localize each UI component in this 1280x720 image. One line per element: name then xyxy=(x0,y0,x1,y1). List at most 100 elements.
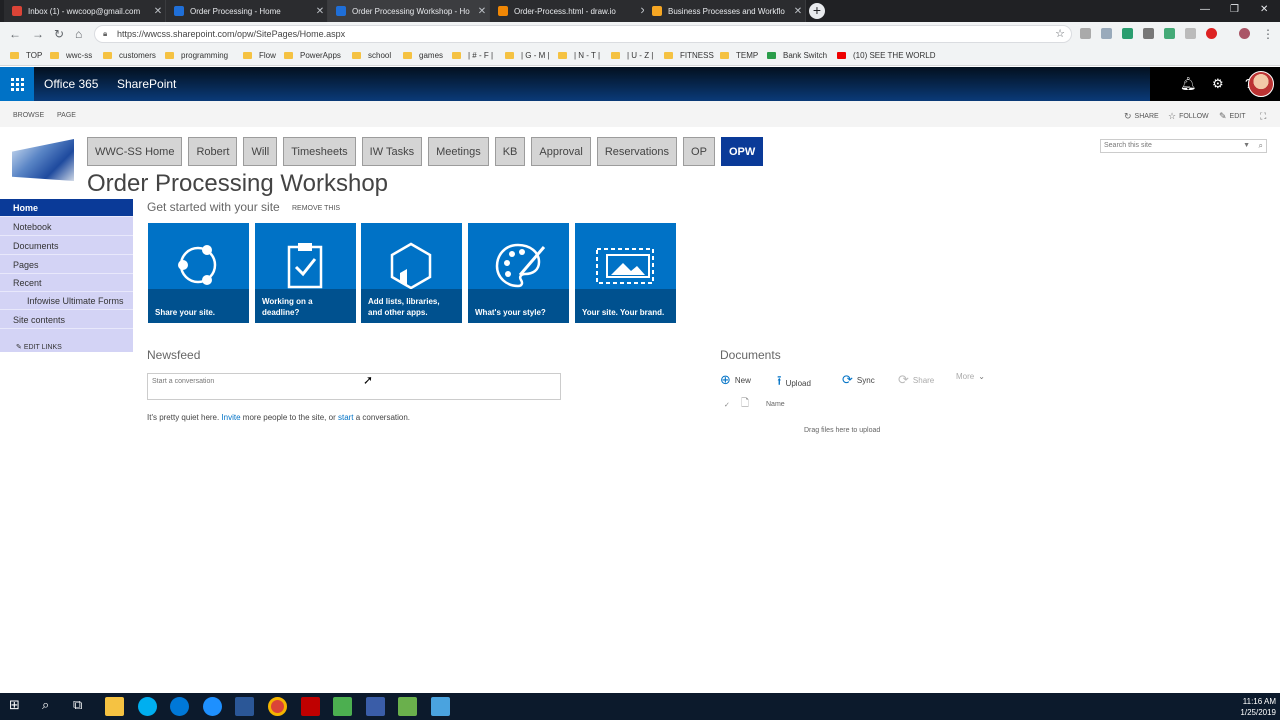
new-document-button[interactable]: ⊕ New xyxy=(720,372,751,388)
browser-tab-business[interactable]: Business Processes and Workflo ✕ xyxy=(644,0,806,22)
close-window-icon[interactable]: ✕ xyxy=(1260,4,1268,15)
notifications-bell-icon[interactable]: 🔔︎ xyxy=(1180,76,1197,92)
browser-tab-order-processing[interactable]: Order Processing - Home ✕ xyxy=(166,0,328,22)
taskbar-clock[interactable]: 11:16 AM 1/25/2019 xyxy=(1240,696,1276,718)
topnav-reservations[interactable]: Reservations xyxy=(596,137,678,166)
home-icon[interactable]: ⌂ xyxy=(75,27,82,41)
topnav-approval[interactable]: Approval xyxy=(531,137,591,166)
app-launcher-icon[interactable] xyxy=(0,67,34,101)
profile-icon[interactable] xyxy=(1239,28,1250,39)
leftnav-notebook[interactable]: Notebook xyxy=(0,218,133,236)
skype-business-icon[interactable] xyxy=(170,697,189,716)
settings-gear-icon[interactable]: ⚙ xyxy=(1212,76,1224,92)
extension-icon[interactable] xyxy=(1164,28,1175,39)
bookmark[interactable]: | U - Z | xyxy=(611,51,653,60)
app-icon[interactable] xyxy=(235,697,254,716)
bookmark[interactable]: Bank Switch xyxy=(767,51,827,60)
leftnav-recent[interactable]: Recent xyxy=(0,274,133,292)
sharepoint-link[interactable]: SharePoint xyxy=(117,77,176,91)
topnav-kb[interactable]: KB xyxy=(494,137,526,166)
avatar[interactable] xyxy=(1248,71,1274,97)
remove-this-link[interactable]: REMOVE THIS xyxy=(292,205,340,212)
edit-button[interactable]: ✎ EDIT xyxy=(1219,111,1246,122)
bookmark[interactable]: | # - F | xyxy=(452,51,493,60)
tile-share-site[interactable]: Share your site. xyxy=(148,223,249,323)
leftnav-documents[interactable]: Documents xyxy=(0,237,133,255)
tile-deadline[interactable]: Working on a deadline? xyxy=(255,223,356,323)
chevron-down-icon[interactable]: ▼ xyxy=(1243,140,1250,152)
share-button[interactable]: ↻ SHARE xyxy=(1124,111,1159,122)
close-tab-icon[interactable]: ✕ xyxy=(475,6,489,17)
bookmark[interactable]: TEMP xyxy=(720,51,758,60)
bookmark[interactable]: games xyxy=(403,51,443,60)
topnav-wwc-ss-home[interactable]: WWC-SS Home xyxy=(87,137,183,166)
tile-style[interactable]: What's your style? xyxy=(468,223,569,323)
restore-icon[interactable]: ❐ xyxy=(1230,4,1239,15)
column-name[interactable]: Name xyxy=(766,401,785,408)
topnav-op[interactable]: OP xyxy=(683,137,715,166)
forward-icon[interactable]: → xyxy=(32,27,44,41)
notepad-icon[interactable] xyxy=(398,697,417,716)
follow-button[interactable]: ☆ FOLLOW xyxy=(1168,111,1209,122)
filezilla-icon[interactable] xyxy=(301,697,320,716)
bookmark[interactable]: TOP xyxy=(10,51,42,60)
search-input[interactable]: Search this site ▼ ⌕ xyxy=(1100,139,1267,153)
topnav-will[interactable]: Will xyxy=(243,137,278,166)
edge-icon[interactable] xyxy=(203,697,222,716)
search-icon[interactable]: ⌕ xyxy=(42,697,49,713)
bookmark[interactable]: school xyxy=(352,51,391,60)
topnav-meetings[interactable]: Meetings xyxy=(428,137,489,166)
bookmark[interactable]: programming xyxy=(165,51,228,60)
leftnav-infowise[interactable]: Infowise Ultimate Forms xyxy=(0,292,133,310)
new-tab-button[interactable]: + xyxy=(809,3,825,19)
chrome-icon[interactable] xyxy=(268,697,287,716)
search-icon[interactable]: ⌕ xyxy=(1259,140,1263,152)
invite-link[interactable]: Invite xyxy=(221,413,240,422)
back-icon[interactable]: ← xyxy=(9,27,21,41)
leftnav-site-contents[interactable]: Site contents xyxy=(0,311,133,329)
browser-tab-drawio[interactable]: Order-Process.html - draw.io ✕ xyxy=(490,0,652,22)
menu-icon[interactable]: ⋮ xyxy=(1262,27,1274,41)
bookmark[interactable]: | G - M | xyxy=(505,51,550,60)
focus-button[interactable]: ⛶ xyxy=(1260,111,1266,122)
topnav-robert[interactable]: Robert xyxy=(188,137,238,166)
task-view-icon[interactable]: ⧉ xyxy=(73,697,82,713)
tile-add-apps[interactable]: Add lists, libraries, and other apps. xyxy=(361,223,462,323)
browser-tab-gmail[interactable]: Inbox (1) - wwcoop@gmail.com ✕ xyxy=(4,0,166,22)
upload-button[interactable]: ⭱ Upload xyxy=(777,372,811,394)
extension-icon[interactable] xyxy=(1122,28,1133,39)
minimize-icon[interactable]: — xyxy=(1200,4,1210,15)
conversation-input[interactable]: Start a conversation xyxy=(147,373,561,400)
extension-icon[interactable] xyxy=(1101,28,1112,39)
extension-icon[interactable] xyxy=(1185,28,1196,39)
more-button[interactable]: More ⌄ xyxy=(956,372,985,381)
skype-icon[interactable] xyxy=(138,697,157,716)
file-explorer-icon[interactable] xyxy=(105,697,124,716)
close-tab-icon[interactable]: ✕ xyxy=(313,6,327,17)
bookmark[interactable]: wwc-ss xyxy=(50,51,92,60)
office365-link[interactable]: Office 365 xyxy=(44,77,98,91)
topnav-iw-tasks[interactable]: IW Tasks xyxy=(361,137,423,166)
bookmark[interactable]: | N - T | xyxy=(558,51,600,60)
browser-tab-opw[interactable]: Order Processing Workshop - Ho ✕ xyxy=(328,0,490,22)
ribbon-tab-browse[interactable]: BROWSE xyxy=(13,112,44,119)
camtasia-icon[interactable] xyxy=(333,697,352,716)
leftnav-pages[interactable]: Pages xyxy=(0,256,133,274)
extension-icon[interactable] xyxy=(1080,28,1091,39)
extension-icon[interactable] xyxy=(1206,28,1217,39)
snagit-icon[interactable] xyxy=(366,697,385,716)
share-documents-button[interactable]: ⟳ Share xyxy=(898,372,934,388)
app-icon[interactable] xyxy=(431,697,450,716)
leftnav-home[interactable]: Home xyxy=(0,199,133,217)
close-tab-icon[interactable]: ✕ xyxy=(151,6,165,17)
sync-button[interactable]: ⟳ Sync xyxy=(842,372,875,388)
checkmark-icon[interactable]: ✓ xyxy=(724,401,741,409)
close-tab-icon[interactable]: ✕ xyxy=(791,6,805,17)
bookmark[interactable]: (10) SEE THE WORLD xyxy=(837,51,936,60)
bookmark[interactable]: FITNESS xyxy=(664,51,714,60)
extension-icon[interactable] xyxy=(1143,28,1154,39)
bookmark[interactable]: PowerApps xyxy=(284,51,341,60)
topnav-timesheets[interactable]: Timesheets xyxy=(283,137,356,166)
ribbon-tab-page[interactable]: PAGE xyxy=(57,112,76,119)
address-bar[interactable]: 🔒︎ https://wwcss.sharepoint.com/opw/Site… xyxy=(94,25,1072,43)
